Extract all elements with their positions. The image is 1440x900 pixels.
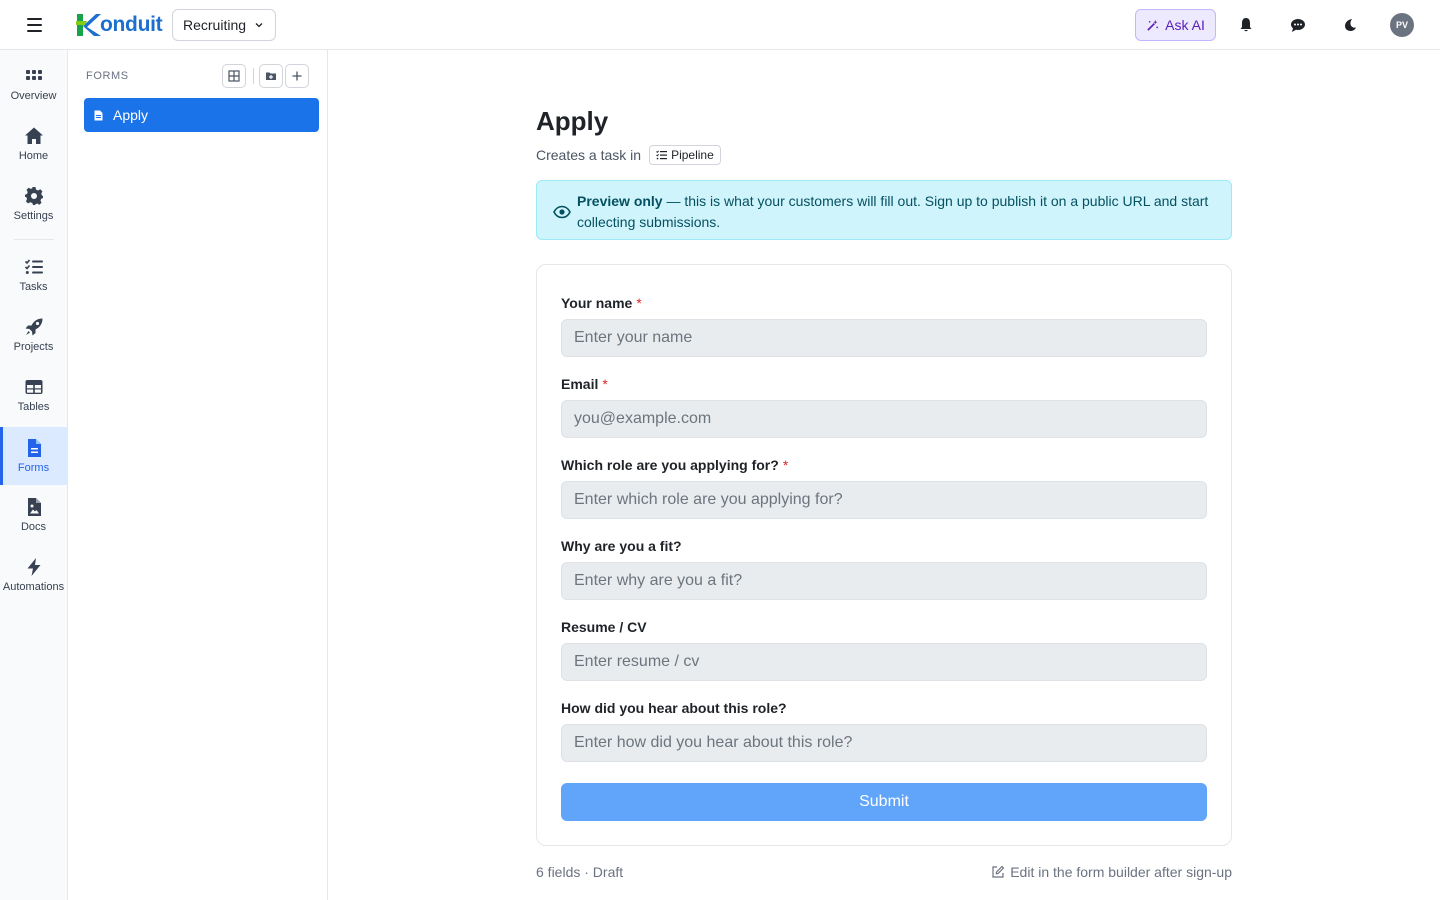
field-resume: Resume / CV (561, 617, 1207, 681)
app-name: onduit (100, 13, 163, 36)
rail-item-settings[interactable]: Settings (0, 175, 67, 233)
rail-label: Projects (13, 341, 54, 353)
preview-notice: Preview only — this is what your custome… (536, 180, 1232, 240)
field-label: Resume / CV (561, 619, 647, 635)
notifications-bell-icon[interactable] (1235, 14, 1257, 36)
field-label: How did you hear about this role? (561, 700, 787, 716)
referral-input[interactable] (561, 724, 1207, 762)
chevron-down-icon (255, 23, 263, 28)
form-card: Your name* Email* Which role are you app… (536, 264, 1232, 846)
add-form-button[interactable] (285, 64, 309, 88)
rail-label: Docs (20, 521, 47, 533)
icon-rail: Overview Home Settings Tasks Projects Ta… (0, 50, 68, 900)
chat-bubble-icon[interactable] (1287, 14, 1309, 36)
field-referral: How did you hear about this role? (561, 698, 1207, 762)
dark-mode-moon-icon[interactable] (1339, 14, 1361, 36)
rail-item-projects[interactable]: Projects (0, 306, 67, 364)
konduit-k-logo-icon (76, 14, 101, 36)
field-label: Email (561, 376, 599, 392)
home-icon (24, 127, 43, 144)
grid-view-button[interactable] (222, 64, 246, 88)
main-content: Apply Creates a task in Pipeline Preview… (328, 50, 1440, 900)
rail-label: Tables (17, 401, 50, 413)
edit-link-text: Edit in the form builder after sign-up (1010, 864, 1232, 880)
gear-icon (24, 187, 43, 205)
forms-panel: FORMS Apply (68, 50, 328, 900)
email-input[interactable] (561, 400, 1207, 438)
table-icon (25, 380, 42, 394)
ask-ai-button[interactable]: Ask AI (1135, 9, 1216, 41)
name-input[interactable] (561, 319, 1207, 357)
role-input[interactable] (561, 481, 1207, 519)
pipeline-link[interactable]: Pipeline (649, 145, 721, 165)
plus-icon (292, 71, 302, 81)
required-marker: * (602, 376, 608, 392)
field-label: Why are you a fit? (561, 538, 682, 554)
rail-item-automations[interactable]: Automations (0, 546, 67, 604)
notice-text: — this is what your customers will fill … (577, 193, 1209, 230)
menu-icon[interactable] (22, 14, 46, 36)
edit-icon (992, 865, 1005, 878)
pipeline-label: Pipeline (671, 148, 714, 162)
panel-divider (253, 68, 254, 84)
field-fit: Why are you a fit? (561, 536, 1207, 600)
rail-item-home[interactable]: Home (0, 115, 67, 173)
rail-item-overview[interactable]: Overview (0, 55, 67, 113)
workspace-name: Recruiting (183, 17, 247, 33)
required-marker: * (636, 295, 642, 311)
form-destination: Creates a task in Pipeline (536, 144, 721, 166)
field-role: Which role are you applying for? * (561, 455, 1207, 519)
subtitle-text: Creates a task in (536, 147, 642, 163)
top-bar: onduit Recruiting Ask AI PV (0, 0, 1440, 50)
grid-icon (25, 70, 42, 80)
required-marker: * (782, 457, 789, 473)
forms-panel-heading: FORMS (86, 70, 129, 82)
rocket-icon (25, 318, 42, 336)
table-grid-icon (228, 70, 240, 82)
rail-item-forms[interactable]: Forms (0, 427, 67, 485)
doc-image-icon (27, 498, 41, 516)
resume-input[interactable] (561, 643, 1207, 681)
field-label: Your name (561, 295, 633, 311)
file-icon (27, 439, 41, 457)
eye-icon (553, 205, 571, 219)
form-item-label: Apply (113, 107, 149, 123)
rail-item-docs[interactable]: Docs (0, 486, 67, 544)
rail-label: Settings (13, 210, 54, 222)
new-folder-button[interactable] (259, 64, 283, 88)
bolt-icon (27, 558, 40, 576)
edit-in-builder-link[interactable]: Edit in the form builder after sign-up (988, 864, 1232, 880)
submit-button[interactable]: Submit (561, 783, 1207, 821)
magic-wand-icon (1147, 19, 1159, 31)
rail-label: Home (18, 150, 49, 162)
list-check-icon (656, 150, 668, 160)
rail-label: Automations (2, 581, 65, 593)
workspace-selector[interactable]: Recruiting (172, 9, 276, 41)
user-avatar[interactable]: PV (1390, 13, 1414, 37)
field-email: Email * (561, 374, 1207, 438)
notice-title: Preview only (577, 193, 663, 209)
ask-ai-label: Ask AI (1165, 17, 1205, 33)
fit-input[interactable] (561, 562, 1207, 600)
rail-item-tasks[interactable]: Tasks (0, 246, 67, 304)
folder-plus-icon (266, 72, 276, 80)
rail-label: Overview (10, 90, 57, 102)
field-your-name: Your name * (561, 293, 1207, 357)
form-meta: 6 fields · Draft (536, 864, 624, 880)
checklist-icon (24, 259, 43, 274)
field-label: Which role are you applying for? (561, 457, 779, 473)
rail-item-tables[interactable]: Tables (0, 366, 67, 424)
rail-label: Forms (17, 462, 50, 474)
app-logo[interactable]: onduit (74, 11, 163, 39)
page-title: Apply (536, 106, 609, 136)
rail-divider (14, 239, 54, 240)
form-item-apply[interactable]: Apply (84, 98, 319, 132)
file-icon (94, 110, 103, 120)
rail-label: Tasks (19, 281, 48, 293)
